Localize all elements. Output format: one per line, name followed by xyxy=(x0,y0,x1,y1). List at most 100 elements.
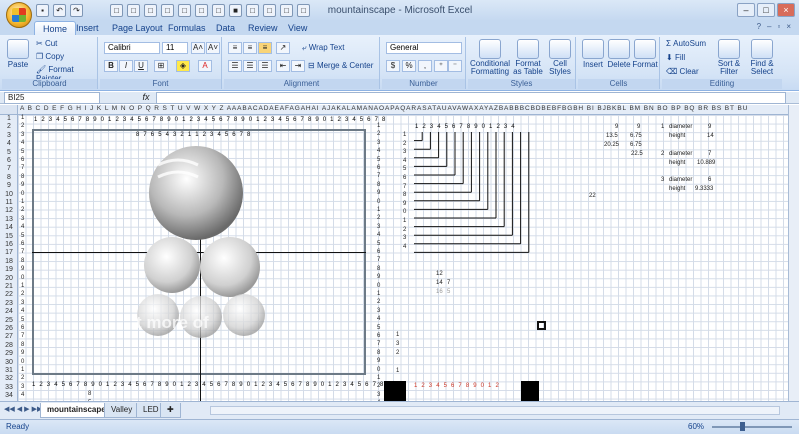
r2-label-a[interactable]: diameter xyxy=(669,151,692,157)
paste-button[interactable]: Paste xyxy=(6,39,30,69)
clear-button[interactable]: ⌫ Clear xyxy=(666,67,699,76)
row-header-cell[interactable]: 7 xyxy=(0,165,18,172)
r3-val-a[interactable]: 6 xyxy=(708,177,711,183)
prev-sheet-icon[interactable]: ◀ xyxy=(17,405,22,413)
qat-icon-5[interactable]: □ xyxy=(178,4,191,17)
r1-label-a[interactable]: diameter xyxy=(669,124,692,130)
align-top-icon[interactable]: ≡ xyxy=(228,42,242,54)
row-header-cell[interactable]: 27 xyxy=(0,333,18,340)
row-header-cell[interactable]: 14 xyxy=(0,224,18,231)
r1-val-a[interactable]: 9 xyxy=(708,124,711,130)
value-f[interactable]: 22 xyxy=(589,193,596,199)
r2-num[interactable]: 2 xyxy=(661,151,664,157)
merge-center-button[interactable]: ⊟ Merge & Center xyxy=(308,61,373,70)
row-header-cell[interactable]: 5 xyxy=(0,149,18,156)
row-header-cell[interactable]: 21 xyxy=(0,283,18,290)
font-name-select[interactable]: Calibri xyxy=(104,42,160,54)
first-sheet-icon[interactable]: ◀◀ xyxy=(4,405,15,413)
qat-icon-3[interactable]: □ xyxy=(144,4,157,17)
row-header-cell[interactable]: 12 xyxy=(0,207,18,214)
r1-val-b[interactable]: 14 xyxy=(707,133,714,139)
format-as-table-button[interactable]: Format as Table xyxy=(512,39,544,76)
low-1[interactable]: 1 xyxy=(396,332,399,338)
decrease-decimal-icon[interactable]: ⁻ xyxy=(448,60,462,72)
cut-button[interactable]: ✂ Cut xyxy=(36,39,57,48)
increase-decimal-icon[interactable]: ⁺ xyxy=(434,60,448,72)
formula-input[interactable] xyxy=(156,92,786,104)
bo-val-3[interactable]: 6.75 xyxy=(630,142,642,148)
zoom-level[interactable]: 60% xyxy=(688,422,704,431)
copy-button[interactable]: ❐ Copy xyxy=(36,52,64,61)
number-format-select[interactable]: General xyxy=(386,42,462,54)
value-e[interactable]: 5 xyxy=(447,289,450,295)
row-header-cell[interactable]: 20 xyxy=(0,275,18,282)
font-size-select[interactable]: 11 xyxy=(162,42,188,54)
value-a[interactable]: 12 xyxy=(436,271,443,277)
qat-icon-8[interactable]: ■ xyxy=(229,4,242,17)
wb-close-icon[interactable]: × xyxy=(786,22,791,31)
bold-button[interactable]: B xyxy=(104,60,118,72)
office-button[interactable] xyxy=(6,2,32,28)
bottom-val-1[interactable]: 8 xyxy=(88,391,91,397)
align-middle-icon[interactable]: ≡ xyxy=(243,42,257,54)
r2-val-b[interactable]: 10.889 xyxy=(697,160,715,166)
name-box[interactable]: BI25 xyxy=(4,92,100,104)
undo-icon[interactable]: ↶ xyxy=(53,4,66,17)
value-b[interactable]: 14 xyxy=(436,280,443,286)
bo-val-2[interactable]: 6.75 xyxy=(630,133,642,139)
select-all-corner[interactable] xyxy=(0,105,18,115)
low-4[interactable]: 1 xyxy=(396,368,399,374)
row-header-cell[interactable]: 13 xyxy=(0,216,18,223)
tab-review[interactable]: Review xyxy=(240,21,286,36)
qat-icon-10[interactable]: □ xyxy=(263,4,276,17)
row-header-cell[interactable]: 25 xyxy=(0,317,18,324)
r1-label-b[interactable]: height xyxy=(669,133,685,139)
tab-view[interactable]: View xyxy=(280,21,315,36)
qat-icon-6[interactable]: □ xyxy=(195,4,208,17)
value-d[interactable]: 16 xyxy=(436,289,443,295)
wb-minimize-icon[interactable]: – xyxy=(767,22,771,31)
row-header-cell[interactable]: 2 xyxy=(0,123,18,130)
decrease-indent-icon[interactable]: ⇤ xyxy=(276,60,290,72)
borders-icon[interactable]: ⊞ xyxy=(154,60,168,72)
sheet-tab-valley[interactable]: Valley xyxy=(104,403,140,418)
sort-filter-button[interactable]: Sort & Filter xyxy=(714,39,744,76)
help-icon[interactable]: ? xyxy=(757,22,761,31)
worksheet-grid[interactable]: 1 2 3 4 5 6 7 8 9 0 1 2 3 4 5 6 7 8 9 0 … xyxy=(18,115,788,411)
font-color-icon[interactable]: A xyxy=(198,60,212,72)
low-3[interactable]: 2 xyxy=(396,350,399,356)
bn-val-2[interactable]: 20.25 xyxy=(604,142,619,148)
row-header-cell[interactable]: 22 xyxy=(0,291,18,298)
align-center-icon[interactable]: ☰ xyxy=(243,60,257,72)
insert-sheet-icon[interactable]: ✚ xyxy=(160,403,181,418)
r1-num[interactable]: 1 xyxy=(661,124,664,130)
row-header-cell[interactable]: 31 xyxy=(0,367,18,374)
row-header-cell[interactable]: 16 xyxy=(0,241,18,248)
row-header-cell[interactable]: 29 xyxy=(0,350,18,357)
grow-font-button[interactable]: A˄ xyxy=(191,42,205,54)
format-cells-button[interactable]: Format xyxy=(632,39,658,69)
zoom-slider[interactable] xyxy=(712,426,792,428)
tab-insert[interactable]: Insert xyxy=(68,21,107,36)
insert-function-button[interactable]: fx xyxy=(138,92,154,104)
r2-val-a[interactable]: 7 xyxy=(708,151,711,157)
row-header-cell[interactable]: 17 xyxy=(0,249,18,256)
increase-indent-icon[interactable]: ⇥ xyxy=(291,60,305,72)
row-header-cell[interactable]: 19 xyxy=(0,266,18,273)
tab-formulas[interactable]: Formulas xyxy=(160,21,214,36)
qat-icon-11[interactable]: □ xyxy=(280,4,293,17)
wrap-text-button[interactable]: ⤶ Wrap Text xyxy=(302,43,344,53)
comma-button[interactable]: , xyxy=(418,60,432,72)
zoom-slider-thumb[interactable] xyxy=(740,422,745,431)
active-cell[interactable] xyxy=(537,321,546,330)
qat-icon-1[interactable]: □ xyxy=(110,4,123,17)
cell-styles-button[interactable]: Cell Styles xyxy=(546,39,574,76)
row-header-cell[interactable]: 30 xyxy=(0,359,18,366)
row-header-cell[interactable]: 6 xyxy=(0,157,18,164)
row-header-cell[interactable]: 8 xyxy=(0,174,18,181)
r3-label-b[interactable]: height xyxy=(669,186,685,192)
row-header-cell[interactable]: 32 xyxy=(0,375,18,382)
r3-label-a[interactable]: diameter xyxy=(669,177,692,183)
shrink-font-button[interactable]: A˅ xyxy=(206,42,220,54)
orientation-icon[interactable]: ↗ xyxy=(276,42,290,54)
